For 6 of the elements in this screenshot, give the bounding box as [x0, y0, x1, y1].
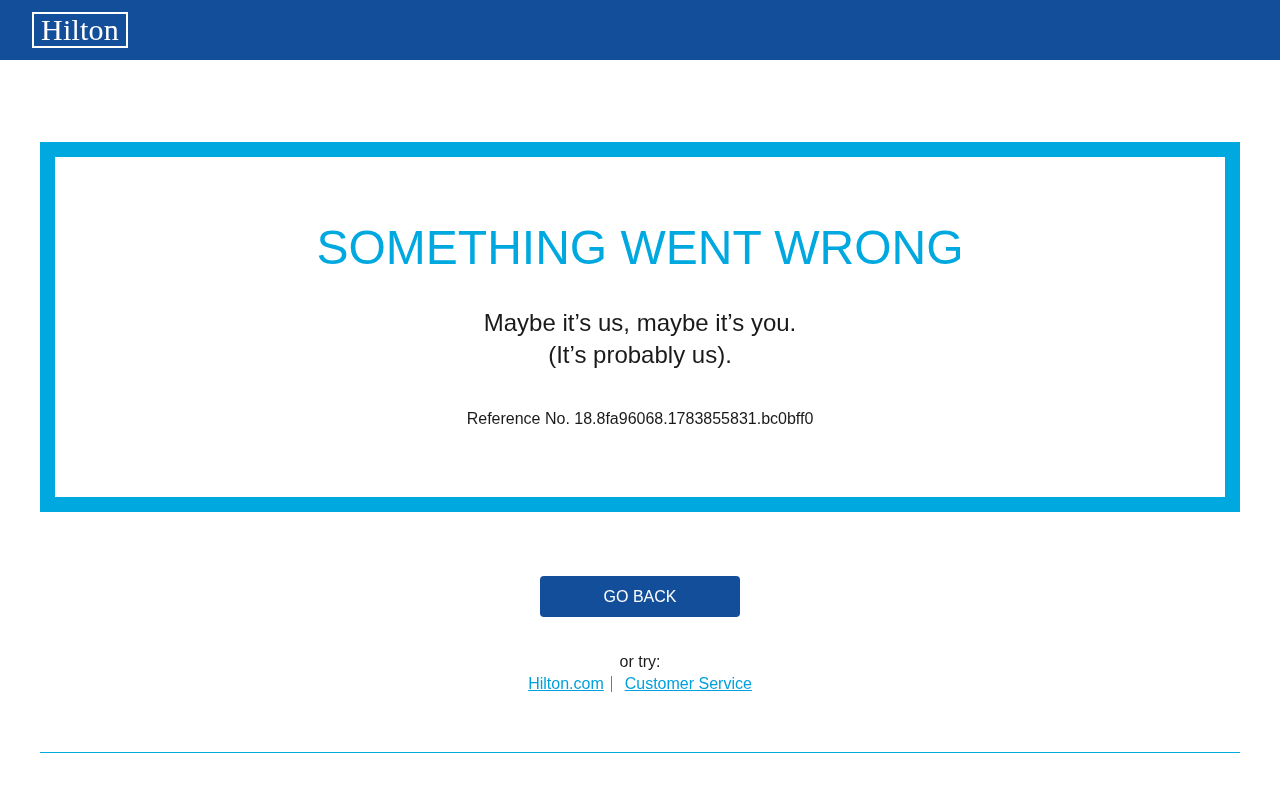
go-back-button[interactable]: GO BACK: [540, 576, 740, 617]
or-try-label: or try:: [619, 652, 661, 672]
error-message: Maybe it’s us, maybe it’s you. (It’s probably us).: [482, 308, 798, 370]
error-title: SOMETHING WENT WRONG: [315, 220, 965, 276]
reference-number: Reference No. 18.8fa96068.1783855831.bc0bff0: [465, 409, 815, 429]
logo[interactable]: Hilton: [32, 12, 128, 48]
